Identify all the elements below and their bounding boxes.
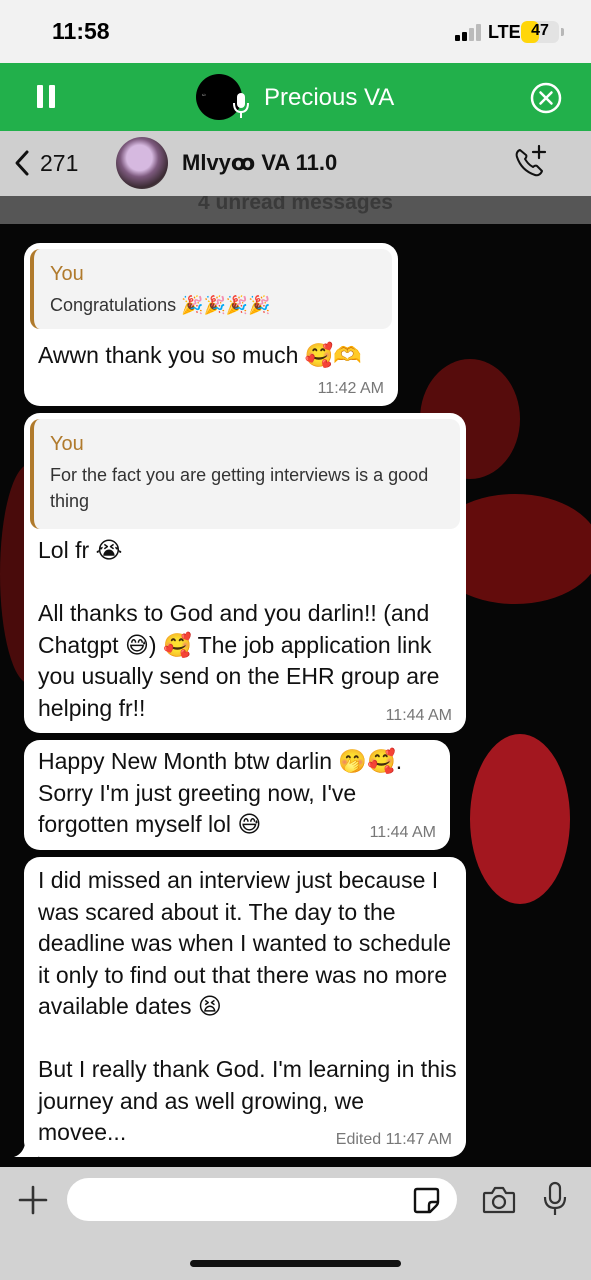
battery-percent: 47 <box>531 22 549 39</box>
pause-icon[interactable] <box>37 85 55 108</box>
message-bubble[interactable]: I did missed an interview just because I… <box>24 857 466 1157</box>
message-time: 11:44 AM <box>385 707 452 724</box>
battery-icon: 47 <box>521 21 559 43</box>
sticker-icon[interactable] <box>413 1187 440 1214</box>
home-indicator[interactable] <box>190 1260 401 1267</box>
voice-chat-bar[interactable]: ꞷ Precious VA <box>0 63 591 194</box>
unread-messages-label: 4 unread messages <box>198 196 393 214</box>
wallpaper-flamingo <box>470 734 570 904</box>
message-time: Edited 11:47 AM <box>335 1131 452 1148</box>
network-type: LTE <box>488 22 521 42</box>
microphone-icon[interactable] <box>543 1181 567 1217</box>
chat-messages[interactable]: You Congratulations 🎉🎉🎉🎉 Awwn thank you … <box>0 224 591 1167</box>
message-bubble[interactable]: You For the fact you are getting intervi… <box>24 413 466 733</box>
message-text: I did missed an interview just because I… <box>38 867 457 1145</box>
reply-quote[interactable]: You For the fact you are getting intervi… <box>30 419 460 529</box>
message-text: Awwn thank you so much 🥰🫶 <box>38 342 363 368</box>
status-bar: 11:58 LTE 47 <box>0 0 591 63</box>
unread-messages-divider: 4 unread messages <box>0 196 591 224</box>
chat-title[interactable]: Mlvyꝏ VA 11.0 <box>182 150 337 176</box>
quote-author: You <box>50 263 84 285</box>
chevron-left-icon <box>15 150 29 176</box>
message-input[interactable] <box>67 1178 457 1221</box>
bubble-tail <box>14 1135 38 1157</box>
quote-text: Congratulations 🎉🎉🎉🎉 <box>50 295 271 315</box>
message-bubble[interactable]: You Congratulations 🎉🎉🎉🎉 Awwn thank you … <box>24 243 398 406</box>
reply-quote[interactable]: You Congratulations 🎉🎉🎉🎉 <box>30 249 392 329</box>
battery-cap <box>561 28 564 36</box>
status-time: 11:58 <box>52 18 110 44</box>
quote-author: You <box>50 433 84 455</box>
avatar[interactable] <box>116 137 168 189</box>
close-circle-icon[interactable] <box>530 82 562 114</box>
message-bubble[interactable]: Happy New Month btw darlin 🤭🥰. Sorry I'm… <box>24 740 450 850</box>
cellular-signal-icon <box>455 24 483 41</box>
plus-icon[interactable] <box>18 1185 48 1215</box>
camera-icon[interactable] <box>482 1185 516 1215</box>
message-time: 11:44 AM <box>369 824 436 841</box>
message-text: Lol fr 😭 All thanks to God and you darli… <box>38 537 440 721</box>
voice-chat-title[interactable]: Precious VA <box>264 84 394 112</box>
add-call-icon[interactable] <box>512 144 548 180</box>
message-time: 11:42 AM <box>317 380 384 397</box>
back-button[interactable]: 271 <box>14 145 78 181</box>
chat-header: 271 Mlvyꝏ VA 11.0 <box>0 131 591 196</box>
unread-chats-count: 271 <box>40 149 79 176</box>
quote-text: For the fact you are getting interviews … <box>50 465 429 511</box>
microphone-icon <box>233 93 249 118</box>
